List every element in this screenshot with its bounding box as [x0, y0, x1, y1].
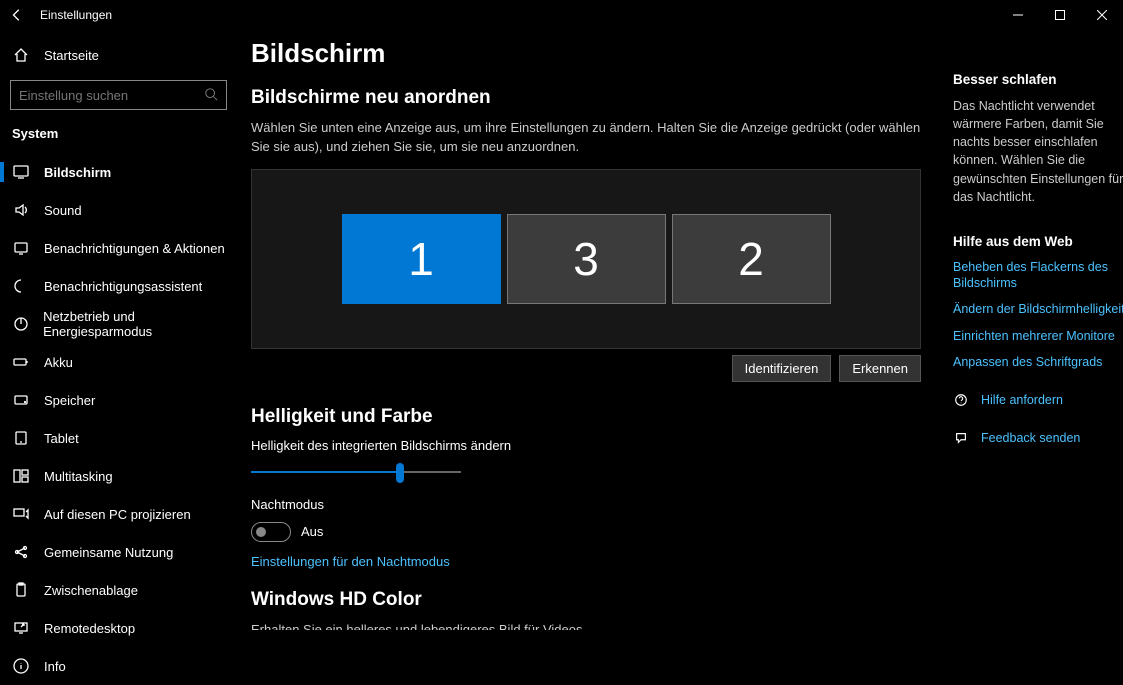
- page-title: Bildschirm: [251, 38, 921, 69]
- tablet-icon: [12, 430, 30, 446]
- power-icon: [12, 316, 29, 332]
- rearrange-heading: Bildschirme neu anordnen: [251, 87, 921, 109]
- give-feedback[interactable]: Feedback senden: [953, 430, 1123, 446]
- nightmode-settings-link[interactable]: Einstellungen für den Nachtmodus: [251, 554, 921, 569]
- section-label: System: [0, 118, 237, 153]
- home-label: Startseite: [44, 48, 99, 63]
- hdr-desc: Erhalten Sie ein helleres und lebendiger…: [251, 621, 611, 630]
- project-icon: [12, 506, 30, 522]
- feedback-icon: [953, 431, 969, 445]
- storage-icon: [12, 392, 30, 408]
- identify-button[interactable]: Identifizieren: [732, 355, 832, 382]
- sidebar-item-label: Remotedesktop: [44, 621, 135, 636]
- sidebar-item-focus[interactable]: Benachrichtigungsassistent: [0, 267, 237, 305]
- display-arrangement[interactable]: 132: [251, 169, 921, 349]
- sidebar-item-multitask[interactable]: Multitasking: [0, 457, 237, 495]
- notifications-icon: [12, 240, 30, 256]
- share-icon: [12, 544, 30, 560]
- brightness-slider-label: Helligkeit des integrierten Bildschirms …: [251, 438, 921, 453]
- nightmode-toggle[interactable]: [251, 522, 291, 542]
- sidebar-item-label: Akku: [44, 355, 73, 370]
- sidebar-item-label: Gemeinsame Nutzung: [44, 545, 173, 560]
- sidebar-item-storage[interactable]: Speicher: [0, 381, 237, 419]
- sidebar-item-label: Zwischenablage: [44, 583, 138, 598]
- right-column: Besser schlafen Das Nachtlicht verwendet…: [949, 30, 1123, 630]
- get-help-label: Hilfe anfordern: [981, 392, 1063, 408]
- help-link[interactable]: Beheben des Flackerns des Bildschirms: [953, 259, 1123, 292]
- monitor-icon: [12, 164, 30, 180]
- sidebar-item-label: Tablet: [44, 431, 79, 446]
- battery-icon: [12, 354, 30, 370]
- sidebar-item-label: Netzbetrieb und Energiesparmodus: [43, 309, 237, 339]
- minimize-button[interactable]: [997, 0, 1039, 30]
- sidebar-item-sound[interactable]: Sound: [0, 191, 237, 229]
- sidebar-item-label: Info: [44, 659, 66, 674]
- main-content: Bildschirm Bildschirme neu anordnen Wähl…: [237, 30, 949, 630]
- webhelp-heading: Hilfe aus dem Web: [953, 234, 1123, 249]
- sidebar-item-clipboard[interactable]: Zwischenablage: [0, 571, 237, 609]
- give-feedback-label: Feedback senden: [981, 430, 1080, 446]
- monitor-2[interactable]: 2: [672, 214, 831, 304]
- monitor-1[interactable]: 1: [342, 214, 501, 304]
- sidebar-item-label: Benachrichtigungen & Aktionen: [44, 241, 225, 256]
- brightness-heading: Helligkeit und Farbe: [251, 406, 921, 428]
- search-icon: [204, 87, 218, 104]
- sidebar-item-label: Bildschirm: [44, 165, 111, 180]
- multitask-icon: [12, 468, 30, 484]
- nightmode-state: Aus: [301, 524, 323, 539]
- info-icon: [12, 658, 30, 674]
- sidebar-item-label: Sound: [44, 203, 82, 218]
- maximize-button[interactable]: [1039, 0, 1081, 30]
- titlebar: Einstellungen: [0, 0, 1123, 30]
- rearrange-desc: Wählen Sie unten eine Anzeige aus, um ih…: [251, 119, 921, 157]
- close-button[interactable]: [1081, 0, 1123, 30]
- sidebar-item-monitor[interactable]: Bildschirm: [0, 153, 237, 191]
- sidebar-item-remote[interactable]: Remotedesktop: [0, 609, 237, 647]
- sidebar-item-power[interactable]: Netzbetrieb und Energiesparmodus: [0, 305, 237, 343]
- search-field[interactable]: [19, 88, 189, 103]
- search-input[interactable]: [10, 80, 227, 110]
- help-link[interactable]: Einrichten mehrerer Monitore: [953, 328, 1123, 344]
- sidebar-item-label: Benachrichtigungsassistent: [44, 279, 202, 294]
- window-title: Einstellungen: [40, 8, 112, 22]
- home-button[interactable]: Startseite: [0, 36, 237, 74]
- brightness-slider[interactable]: [251, 463, 461, 483]
- sidebar-item-project[interactable]: Auf diesen PC projizieren: [0, 495, 237, 533]
- back-button[interactable]: [10, 8, 32, 22]
- sidebar-item-share[interactable]: Gemeinsame Nutzung: [0, 533, 237, 571]
- help-link[interactable]: Ändern der Bildschirmhelligkeit: [953, 301, 1123, 317]
- nightmode-label: Nachtmodus: [251, 497, 921, 512]
- sidebar-item-info[interactable]: Info: [0, 647, 237, 685]
- detect-button[interactable]: Erkennen: [839, 355, 921, 382]
- sleep-heading: Besser schlafen: [953, 72, 1123, 87]
- hdr-heading: Windows HD Color: [251, 589, 921, 611]
- clipboard-icon: [12, 582, 30, 598]
- monitor-3[interactable]: 3: [507, 214, 666, 304]
- sidebar-item-label: Auf diesen PC projizieren: [44, 507, 191, 522]
- remote-icon: [12, 620, 30, 636]
- sidebar-item-label: Speicher: [44, 393, 95, 408]
- sidebar-item-notifications[interactable]: Benachrichtigungen & Aktionen: [0, 229, 237, 267]
- home-icon: [12, 47, 30, 63]
- sidebar-item-battery[interactable]: Akku: [0, 343, 237, 381]
- sidebar-item-tablet[interactable]: Tablet: [0, 419, 237, 457]
- sidebar: Startseite System Bildschirm Sound Benachr…: [0, 30, 237, 630]
- get-help[interactable]: Hilfe anfordern: [953, 392, 1123, 408]
- sidebar-item-label: Multitasking: [44, 469, 113, 484]
- help-link[interactable]: Anpassen des Schriftgrads: [953, 354, 1123, 370]
- sound-icon: [12, 202, 30, 218]
- focus-icon: [12, 278, 30, 294]
- sleep-desc: Das Nachtlicht verwendet wärmere Farben,…: [953, 97, 1123, 206]
- help-icon: [953, 393, 969, 407]
